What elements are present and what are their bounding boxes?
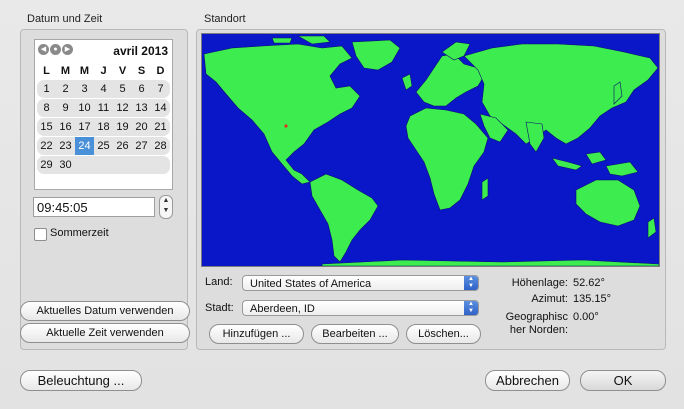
calendar-day[interactable]: 1 xyxy=(37,80,56,98)
calendar-day[interactable]: 14 xyxy=(151,99,170,117)
calendar-day[interactable]: 4 xyxy=(94,80,113,98)
delete-button[interactable]: Löschen... xyxy=(406,324,481,344)
calendar-day[interactable]: 10 xyxy=(75,99,94,117)
date-time-group-title: Datum und Zeit xyxy=(27,13,103,25)
calendar-empty-cell xyxy=(94,156,113,174)
calendar[interactable]: ◀ ● ▶ avril 2013 L M M J V S D 123456789… xyxy=(34,39,173,190)
azimuth-value: 135.15° xyxy=(573,293,612,305)
calendar-nav: ◀ ● ▶ xyxy=(38,44,73,55)
world-map[interactable] xyxy=(201,33,660,267)
calendar-day[interactable]: 8 xyxy=(37,99,56,117)
calendar-day[interactable]: 15 xyxy=(37,118,56,136)
calendar-day[interactable]: 28 xyxy=(151,137,170,155)
calendar-day[interactable]: 24 xyxy=(75,137,94,155)
calendar-day[interactable]: 17 xyxy=(75,118,94,136)
add-button[interactable]: Hinzufügen ... xyxy=(209,324,304,344)
daylight-saving-checkbox[interactable] xyxy=(34,228,47,241)
calendar-day[interactable]: 9 xyxy=(56,99,75,117)
weekday-label: M xyxy=(79,65,90,77)
calendar-day[interactable]: 29 xyxy=(37,156,56,174)
stepper-up-icon[interactable]: ▲ xyxy=(160,196,172,206)
calendar-day[interactable]: 25 xyxy=(94,137,113,155)
weekday-label: L xyxy=(43,65,50,77)
world-map-graphic xyxy=(203,35,659,266)
north-value: 0.00° xyxy=(573,311,599,323)
calendar-empty-cell xyxy=(75,156,94,174)
forward-icon[interactable]: ▶ xyxy=(62,44,73,55)
back-icon[interactable]: ◀ xyxy=(38,44,49,55)
weekday-label: D xyxy=(156,65,165,77)
north-label-line1: Geographisc xyxy=(505,311,568,323)
calendar-day[interactable]: 18 xyxy=(94,118,113,136)
city-label: Stadt: xyxy=(205,302,234,314)
calendar-day[interactable]: 2 xyxy=(56,80,75,98)
calendar-day[interactable]: 19 xyxy=(113,118,132,136)
location-marker xyxy=(284,124,288,128)
daylight-saving-label: Sommerzeit xyxy=(50,227,109,239)
country-label: Land: xyxy=(205,276,233,288)
calendar-day[interactable]: 23 xyxy=(56,137,75,155)
country-select-value: United States of America xyxy=(250,278,372,290)
stepper-down-icon[interactable]: ▼ xyxy=(160,206,172,216)
lighting-button[interactable]: Beleuchtung ... xyxy=(20,370,142,391)
weekday-label: V xyxy=(118,65,127,77)
today-icon[interactable]: ● xyxy=(50,44,61,55)
calendar-day[interactable]: 11 xyxy=(94,99,113,117)
location-group-title: Standort xyxy=(204,13,246,25)
cancel-button[interactable]: Abbrechen xyxy=(485,370,570,391)
calendar-weekday-header: L M M J V S D xyxy=(37,62,170,80)
calendar-week-row: 29 30 xyxy=(37,156,170,174)
calendar-week-row: 1234567 xyxy=(37,80,170,98)
use-current-date-button[interactable]: Aktuelles Datum verwenden xyxy=(20,301,190,321)
popup-arrows-icon: ▲ ▼ xyxy=(464,301,478,315)
calendar-day[interactable]: 22 xyxy=(37,137,56,155)
calendar-day[interactable]: 7 xyxy=(151,80,170,98)
calendar-empty-cell xyxy=(151,156,170,174)
azimuth-label: Azimut: xyxy=(531,293,568,305)
calendar-empty-cell xyxy=(132,156,151,174)
calendar-week-row: 22 23 24 25 26 27 28 xyxy=(37,137,170,155)
ok-button[interactable]: OK xyxy=(580,370,666,391)
time-stepper[interactable]: ▲ ▼ xyxy=(159,195,173,219)
north-label-line2: her Norden: xyxy=(509,324,568,336)
calendar-day[interactable]: 26 xyxy=(113,137,132,155)
popup-arrows-icon: ▲ ▼ xyxy=(464,276,478,290)
calendar-day[interactable]: 16 xyxy=(56,118,75,136)
calendar-day[interactable]: 13 xyxy=(132,99,151,117)
edit-button[interactable]: Bearbeiten ... xyxy=(311,324,399,344)
calendar-day[interactable]: 5 xyxy=(113,80,132,98)
city-select[interactable]: Aberdeen, ID ▲ ▼ xyxy=(242,300,479,316)
weekday-label: J xyxy=(100,65,107,77)
calendar-day[interactable]: 6 xyxy=(132,80,151,98)
calendar-day[interactable]: 12 xyxy=(113,99,132,117)
calendar-week-row: 8 9 10 11 12 13 14 xyxy=(37,99,170,117)
elevation-label: Höhenlage: xyxy=(511,277,568,289)
country-select[interactable]: United States of America ▲ ▼ xyxy=(242,275,479,291)
use-current-time-button[interactable]: Aktuelle Zeit verwenden xyxy=(20,323,190,343)
calendar-day[interactable]: 20 xyxy=(132,118,151,136)
calendar-day[interactable]: 21 xyxy=(151,118,170,136)
calendar-month-label: avril 2013 xyxy=(113,44,168,58)
weekday-label: M xyxy=(60,65,71,77)
calendar-week-row: 15 16 17 18 19 20 21 xyxy=(37,118,170,136)
calendar-day[interactable]: 30 xyxy=(56,156,75,174)
time-input[interactable]: 09:45:05 xyxy=(33,197,155,217)
weekday-label: S xyxy=(137,65,146,77)
city-select-value: Aberdeen, ID xyxy=(250,303,315,315)
calendar-empty-cell xyxy=(113,156,132,174)
elevation-value: 52.62° xyxy=(573,277,605,289)
calendar-day[interactable]: 27 xyxy=(132,137,151,155)
calendar-day[interactable]: 3 xyxy=(75,80,94,98)
